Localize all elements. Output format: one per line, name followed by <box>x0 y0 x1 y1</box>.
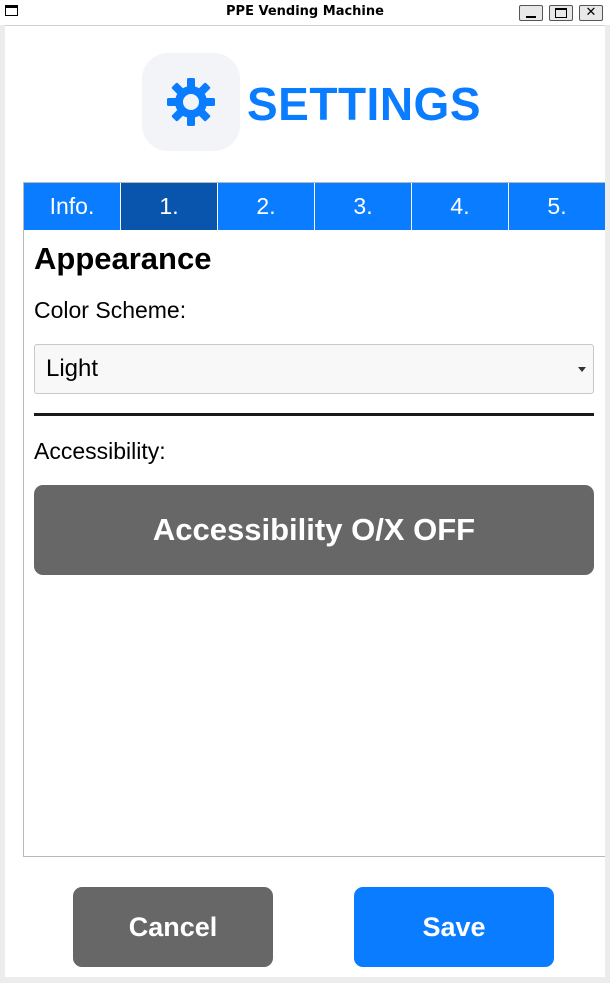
color-scheme-select[interactable]: Light <box>34 344 594 394</box>
close-icon: ✕ <box>585 5 597 20</box>
maximize-icon <box>555 8 567 18</box>
tab-1[interactable]: 1. <box>121 183 217 230</box>
tab-5[interactable]: 5. <box>509 183 605 230</box>
tab-bar: Info. 1. 2. 3. 4. 5. <box>24 183 605 230</box>
accessibility-label: Accessibility: <box>34 438 166 464</box>
minimize-icon <box>526 16 536 18</box>
color-scheme-label: Color Scheme: <box>34 297 187 323</box>
window-border-left <box>0 25 5 983</box>
accessibility-toggle-button[interactable]: Accessibility O/X OFF <box>34 485 594 575</box>
gear-icon <box>167 78 215 126</box>
settings-icon-tile <box>142 53 240 151</box>
page-title: SETTINGS <box>247 78 482 130</box>
window-border-right <box>605 25 610 983</box>
tab-info[interactable]: Info. <box>24 183 120 230</box>
tab-4[interactable]: 4. <box>412 183 508 230</box>
window-titlebar: PPE Vending Machine ✕ <box>0 0 610 26</box>
chevron-down-icon <box>578 367 586 372</box>
section-title: Appearance <box>34 241 212 276</box>
maximize-button[interactable] <box>549 5 573 21</box>
tab-3[interactable]: 3. <box>315 183 411 230</box>
tab-2[interactable]: 2. <box>218 183 314 230</box>
minimize-button[interactable] <box>519 5 543 21</box>
color-scheme-value: Light <box>46 355 99 382</box>
cancel-button[interactable]: Cancel <box>73 887 273 967</box>
section-divider <box>34 413 594 416</box>
close-button[interactable]: ✕ <box>579 5 603 21</box>
window-border-bottom <box>0 977 610 983</box>
save-button[interactable]: Save <box>354 887 554 967</box>
